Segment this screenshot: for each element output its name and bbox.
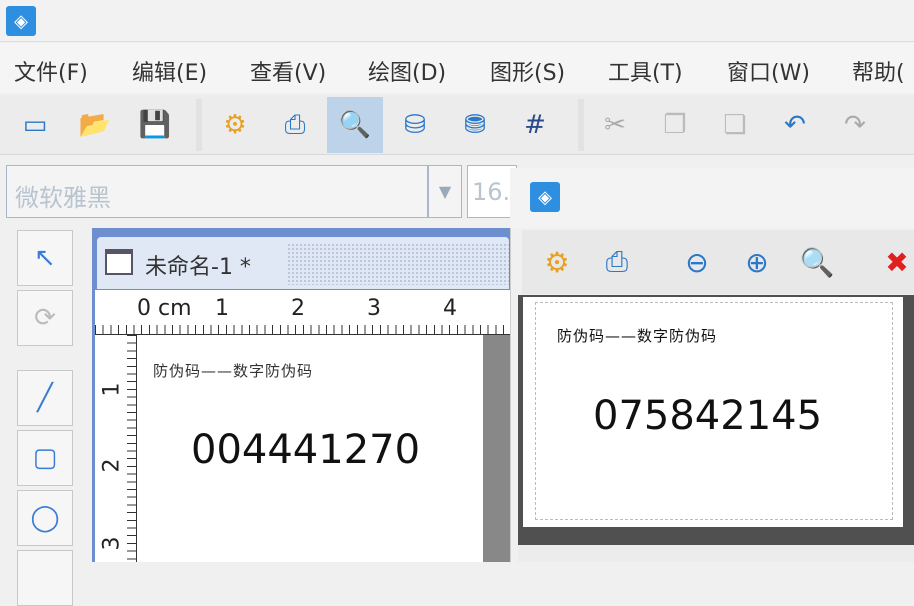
menu-view[interactable]: 查看(V) (250, 55, 326, 87)
zoom-out-icon[interactable]: ⊖ (668, 234, 726, 290)
new-icon[interactable]: ▭ (7, 97, 63, 153)
code-text[interactable]: 004441270 (191, 427, 420, 473)
copy-icon[interactable]: ❐ (647, 97, 703, 153)
chevron-down-icon[interactable]: ▼ (428, 165, 462, 218)
select-arrow-icon[interactable]: ↖ (17, 230, 73, 286)
paste-icon[interactable]: ❏ (707, 97, 763, 153)
rounded-rect-icon[interactable]: ▢ (17, 430, 73, 486)
database-connect-icon[interactable]: ⛃ (447, 97, 503, 153)
menu-edit[interactable]: 编辑(E) (132, 55, 207, 87)
ruler-unit: 0 cm (137, 296, 192, 321)
print-icon[interactable]: ⎙ (588, 234, 646, 290)
preview-caption: 防伪码——数字防伪码 (557, 327, 718, 345)
font-family-select[interactable]: 微软雅黑 (6, 165, 428, 218)
zoom-in-icon[interactable]: ⊕ (728, 234, 786, 290)
preview-page: 防伪码——数字防伪码 075842145 (523, 297, 903, 527)
preview-toolbar: ⚙ ⎙ ⊖ ⊕ 🔍 ✖ (522, 230, 914, 294)
caption-text[interactable]: 防伪码——数字防伪码 (153, 360, 313, 381)
main-toolbar: ▭ 📂 💾 ⚙ ⎙ 🔍 ⛁ ⛃ # ✂ ❐ ❏ ↶ ↷ (0, 95, 914, 155)
horizontal-ruler: 0 cm 1 2 3 4 (95, 290, 512, 335)
menu-bar: 文件(F) 编辑(E) 查看(V) 绘图(D) 图形(S) 工具(T) 窗口(W… (0, 43, 914, 93)
redo-icon[interactable]: ↷ (827, 97, 883, 153)
window-icon (105, 249, 133, 275)
app-logo-icon: ◈ (530, 182, 560, 212)
settings-icon[interactable]: ⚙ (207, 97, 263, 153)
preview-title-bar: ◈ (510, 168, 914, 228)
database-icon[interactable]: ⛁ (387, 97, 443, 153)
ellipse-icon[interactable]: ◯ (17, 490, 73, 546)
title-bar: ◈ (0, 0, 914, 42)
save-icon[interactable]: 💾 (127, 97, 183, 153)
document-tab[interactable]: 未命名-1 * (97, 237, 509, 289)
menu-tools[interactable]: 工具(T) (608, 55, 683, 87)
vertical-ruler: 1 2 3 (95, 335, 137, 562)
line-icon[interactable]: ╱ (17, 370, 73, 426)
open-icon[interactable]: 📂 (67, 97, 123, 153)
menu-draw[interactable]: 绘图(D) (368, 55, 446, 87)
tool-button[interactable] (17, 550, 73, 606)
cut-icon[interactable]: ✂ (587, 97, 643, 153)
menu-window[interactable]: 窗口(W) (727, 55, 810, 87)
print-preview-icon[interactable]: 🔍 (327, 97, 383, 153)
undo-icon[interactable]: ↶ (767, 97, 823, 153)
preview-code: 075842145 (593, 393, 823, 439)
grid-icon[interactable]: # (507, 97, 563, 153)
settings-icon[interactable]: ⚙ (528, 234, 586, 290)
menu-help[interactable]: 帮助( (852, 55, 905, 87)
zoom-fit-icon[interactable]: 🔍 (788, 234, 846, 290)
menu-shape[interactable]: 图形(S) (490, 55, 565, 87)
close-icon[interactable]: ✖ (868, 234, 914, 290)
document-title: 未命名-1 * (145, 255, 251, 280)
app-logo-icon: ◈ (6, 6, 36, 36)
rotate-icon[interactable]: ⟳ (17, 290, 73, 346)
print-icon[interactable]: ⎙ (267, 97, 323, 153)
menu-file[interactable]: 文件(F) (14, 55, 88, 87)
label-canvas[interactable]: 防伪码——数字防伪码 004441270 (137, 335, 483, 562)
